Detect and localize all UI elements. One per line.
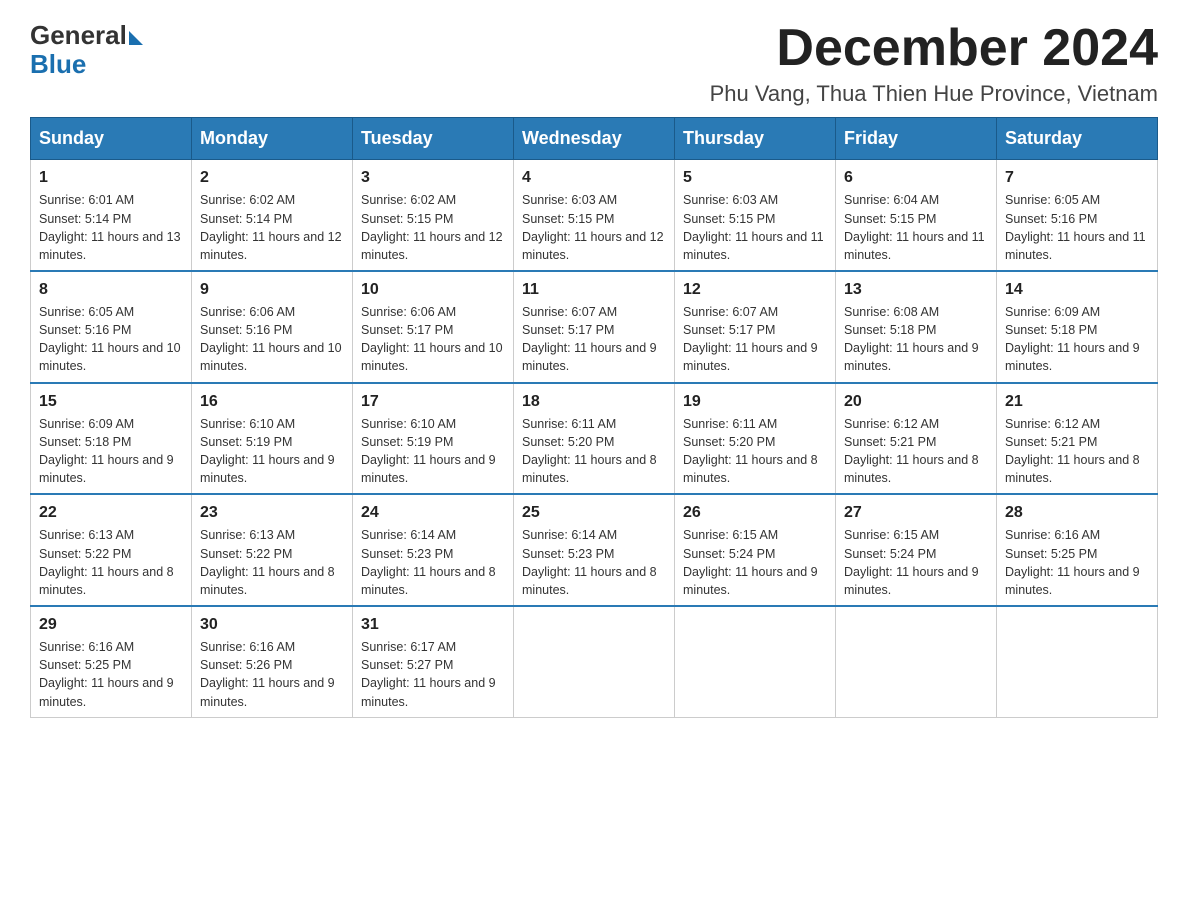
logo: General Blue: [30, 20, 143, 77]
calendar-day-cell: 5Sunrise: 6:03 AMSunset: 5:15 PMDaylight…: [675, 160, 836, 271]
day-number: 26: [683, 501, 827, 524]
title-section: December 2024 Phu Vang, Thua Thien Hue P…: [710, 20, 1158, 107]
calendar-day-cell: 10Sunrise: 6:06 AMSunset: 5:17 PMDayligh…: [353, 271, 514, 383]
logo-general-text: General: [30, 20, 127, 51]
day-number: 12: [683, 278, 827, 301]
day-number: 21: [1005, 390, 1149, 413]
calendar-day-cell: 8Sunrise: 6:05 AMSunset: 5:16 PMDaylight…: [31, 271, 192, 383]
calendar-day-cell: 28Sunrise: 6:16 AMSunset: 5:25 PMDayligh…: [997, 494, 1158, 606]
calendar-day-cell: 13Sunrise: 6:08 AMSunset: 5:18 PMDayligh…: [836, 271, 997, 383]
day-number: 4: [522, 166, 666, 189]
day-number: 22: [39, 501, 183, 524]
day-number: 2: [200, 166, 344, 189]
calendar-day-cell: 18Sunrise: 6:11 AMSunset: 5:20 PMDayligh…: [514, 383, 675, 495]
day-number: 6: [844, 166, 988, 189]
calendar-table: SundayMondayTuesdayWednesdayThursdayFrid…: [30, 117, 1158, 717]
day-number: 10: [361, 278, 505, 301]
day-of-week-header: Monday: [192, 118, 353, 160]
calendar-day-cell: [997, 606, 1158, 717]
calendar-day-cell: 24Sunrise: 6:14 AMSunset: 5:23 PMDayligh…: [353, 494, 514, 606]
location-subtitle: Phu Vang, Thua Thien Hue Province, Vietn…: [710, 81, 1158, 107]
calendar-day-cell: 19Sunrise: 6:11 AMSunset: 5:20 PMDayligh…: [675, 383, 836, 495]
day-number: 16: [200, 390, 344, 413]
day-of-week-header: Wednesday: [514, 118, 675, 160]
calendar-day-cell: 25Sunrise: 6:14 AMSunset: 5:23 PMDayligh…: [514, 494, 675, 606]
calendar-day-cell: 9Sunrise: 6:06 AMSunset: 5:16 PMDaylight…: [192, 271, 353, 383]
day-number: 8: [39, 278, 183, 301]
calendar-day-cell: 3Sunrise: 6:02 AMSunset: 5:15 PMDaylight…: [353, 160, 514, 271]
day-number: 31: [361, 613, 505, 636]
calendar-day-cell: 26Sunrise: 6:15 AMSunset: 5:24 PMDayligh…: [675, 494, 836, 606]
calendar-week-row: 1Sunrise: 6:01 AMSunset: 5:14 PMDaylight…: [31, 160, 1158, 271]
calendar-day-cell: 15Sunrise: 6:09 AMSunset: 5:18 PMDayligh…: [31, 383, 192, 495]
calendar-day-cell: [675, 606, 836, 717]
calendar-day-cell: 23Sunrise: 6:13 AMSunset: 5:22 PMDayligh…: [192, 494, 353, 606]
calendar-day-cell: 27Sunrise: 6:15 AMSunset: 5:24 PMDayligh…: [836, 494, 997, 606]
calendar-week-row: 15Sunrise: 6:09 AMSunset: 5:18 PMDayligh…: [31, 383, 1158, 495]
calendar-week-row: 8Sunrise: 6:05 AMSunset: 5:16 PMDaylight…: [31, 271, 1158, 383]
calendar-day-cell: 30Sunrise: 6:16 AMSunset: 5:26 PMDayligh…: [192, 606, 353, 717]
day-number: 25: [522, 501, 666, 524]
calendar-day-cell: 6Sunrise: 6:04 AMSunset: 5:15 PMDaylight…: [836, 160, 997, 271]
calendar-day-cell: 29Sunrise: 6:16 AMSunset: 5:25 PMDayligh…: [31, 606, 192, 717]
calendar-day-cell: 20Sunrise: 6:12 AMSunset: 5:21 PMDayligh…: [836, 383, 997, 495]
day-number: 14: [1005, 278, 1149, 301]
calendar-day-cell: 17Sunrise: 6:10 AMSunset: 5:19 PMDayligh…: [353, 383, 514, 495]
day-number: 1: [39, 166, 183, 189]
calendar-day-cell: 16Sunrise: 6:10 AMSunset: 5:19 PMDayligh…: [192, 383, 353, 495]
calendar-day-cell: 14Sunrise: 6:09 AMSunset: 5:18 PMDayligh…: [997, 271, 1158, 383]
calendar-day-cell: [514, 606, 675, 717]
calendar-day-cell: 7Sunrise: 6:05 AMSunset: 5:16 PMDaylight…: [997, 160, 1158, 271]
calendar-day-cell: 2Sunrise: 6:02 AMSunset: 5:14 PMDaylight…: [192, 160, 353, 271]
day-number: 20: [844, 390, 988, 413]
day-number: 15: [39, 390, 183, 413]
calendar-week-row: 22Sunrise: 6:13 AMSunset: 5:22 PMDayligh…: [31, 494, 1158, 606]
page-title: December 2024: [710, 20, 1158, 77]
calendar-day-cell: 31Sunrise: 6:17 AMSunset: 5:27 PMDayligh…: [353, 606, 514, 717]
calendar-week-row: 29Sunrise: 6:16 AMSunset: 5:25 PMDayligh…: [31, 606, 1158, 717]
day-number: 9: [200, 278, 344, 301]
day-number: 19: [683, 390, 827, 413]
day-number: 29: [39, 613, 183, 636]
day-number: 23: [200, 501, 344, 524]
day-number: 13: [844, 278, 988, 301]
calendar-day-cell: 12Sunrise: 6:07 AMSunset: 5:17 PMDayligh…: [675, 271, 836, 383]
day-number: 7: [1005, 166, 1149, 189]
day-of-week-header: Tuesday: [353, 118, 514, 160]
day-number: 5: [683, 166, 827, 189]
calendar-day-cell: [836, 606, 997, 717]
day-number: 27: [844, 501, 988, 524]
calendar-day-cell: 4Sunrise: 6:03 AMSunset: 5:15 PMDaylight…: [514, 160, 675, 271]
day-of-week-header: Sunday: [31, 118, 192, 160]
day-of-week-header: Friday: [836, 118, 997, 160]
logo-blue-text: Blue: [30, 51, 86, 77]
page-header: General Blue December 2024 Phu Vang, Thu…: [30, 20, 1158, 107]
day-number: 30: [200, 613, 344, 636]
day-number: 28: [1005, 501, 1149, 524]
day-number: 11: [522, 278, 666, 301]
calendar-day-cell: 21Sunrise: 6:12 AMSunset: 5:21 PMDayligh…: [997, 383, 1158, 495]
day-number: 17: [361, 390, 505, 413]
day-of-week-header: Saturday: [997, 118, 1158, 160]
logo-triangle-icon: [129, 31, 143, 45]
day-number: 3: [361, 166, 505, 189]
day-of-week-header: Thursday: [675, 118, 836, 160]
day-number: 24: [361, 501, 505, 524]
day-number: 18: [522, 390, 666, 413]
calendar-day-cell: 1Sunrise: 6:01 AMSunset: 5:14 PMDaylight…: [31, 160, 192, 271]
calendar-day-cell: 22Sunrise: 6:13 AMSunset: 5:22 PMDayligh…: [31, 494, 192, 606]
calendar-header-row: SundayMondayTuesdayWednesdayThursdayFrid…: [31, 118, 1158, 160]
calendar-day-cell: 11Sunrise: 6:07 AMSunset: 5:17 PMDayligh…: [514, 271, 675, 383]
